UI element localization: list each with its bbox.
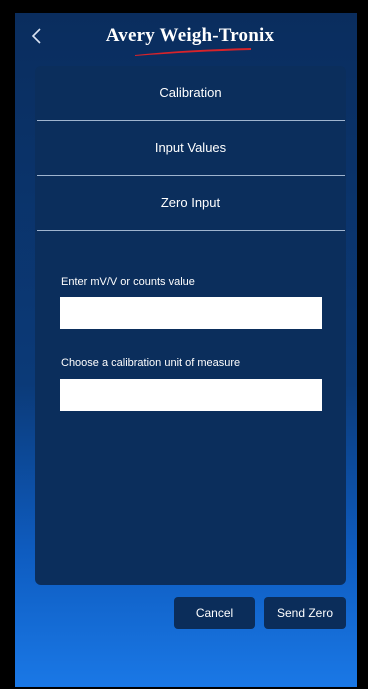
chevron-left-icon bbox=[31, 28, 41, 44]
calibration-panel: Calibration Input Values Zero Input Ente… bbox=[35, 66, 346, 585]
menu-item-zero-input[interactable]: Zero Input bbox=[37, 176, 344, 230]
menu-divider bbox=[37, 230, 345, 231]
cancel-button[interactable]: Cancel bbox=[174, 597, 255, 629]
mv-value-input[interactable] bbox=[60, 297, 322, 329]
app-header: Avery Weigh-Tronix bbox=[15, 13, 357, 65]
menu-item-input-values[interactable]: Input Values bbox=[37, 121, 344, 175]
app-screen: Avery Weigh-Tronix Calibration Input Val… bbox=[15, 13, 357, 687]
back-button[interactable] bbox=[31, 27, 51, 51]
brand-logo: Avery Weigh-Tronix bbox=[75, 21, 305, 61]
mv-value-label: Enter mV/V or counts value bbox=[61, 276, 195, 288]
logo-swoosh bbox=[135, 48, 251, 56]
unit-of-measure-input[interactable] bbox=[60, 379, 322, 411]
logo-text: Avery Weigh-Tronix bbox=[105, 25, 275, 46]
send-zero-button[interactable]: Send Zero bbox=[264, 597, 346, 629]
menu-item-calibration[interactable]: Calibration bbox=[37, 66, 344, 120]
unit-of-measure-label: Choose a calibration unit of measure bbox=[61, 357, 241, 369]
